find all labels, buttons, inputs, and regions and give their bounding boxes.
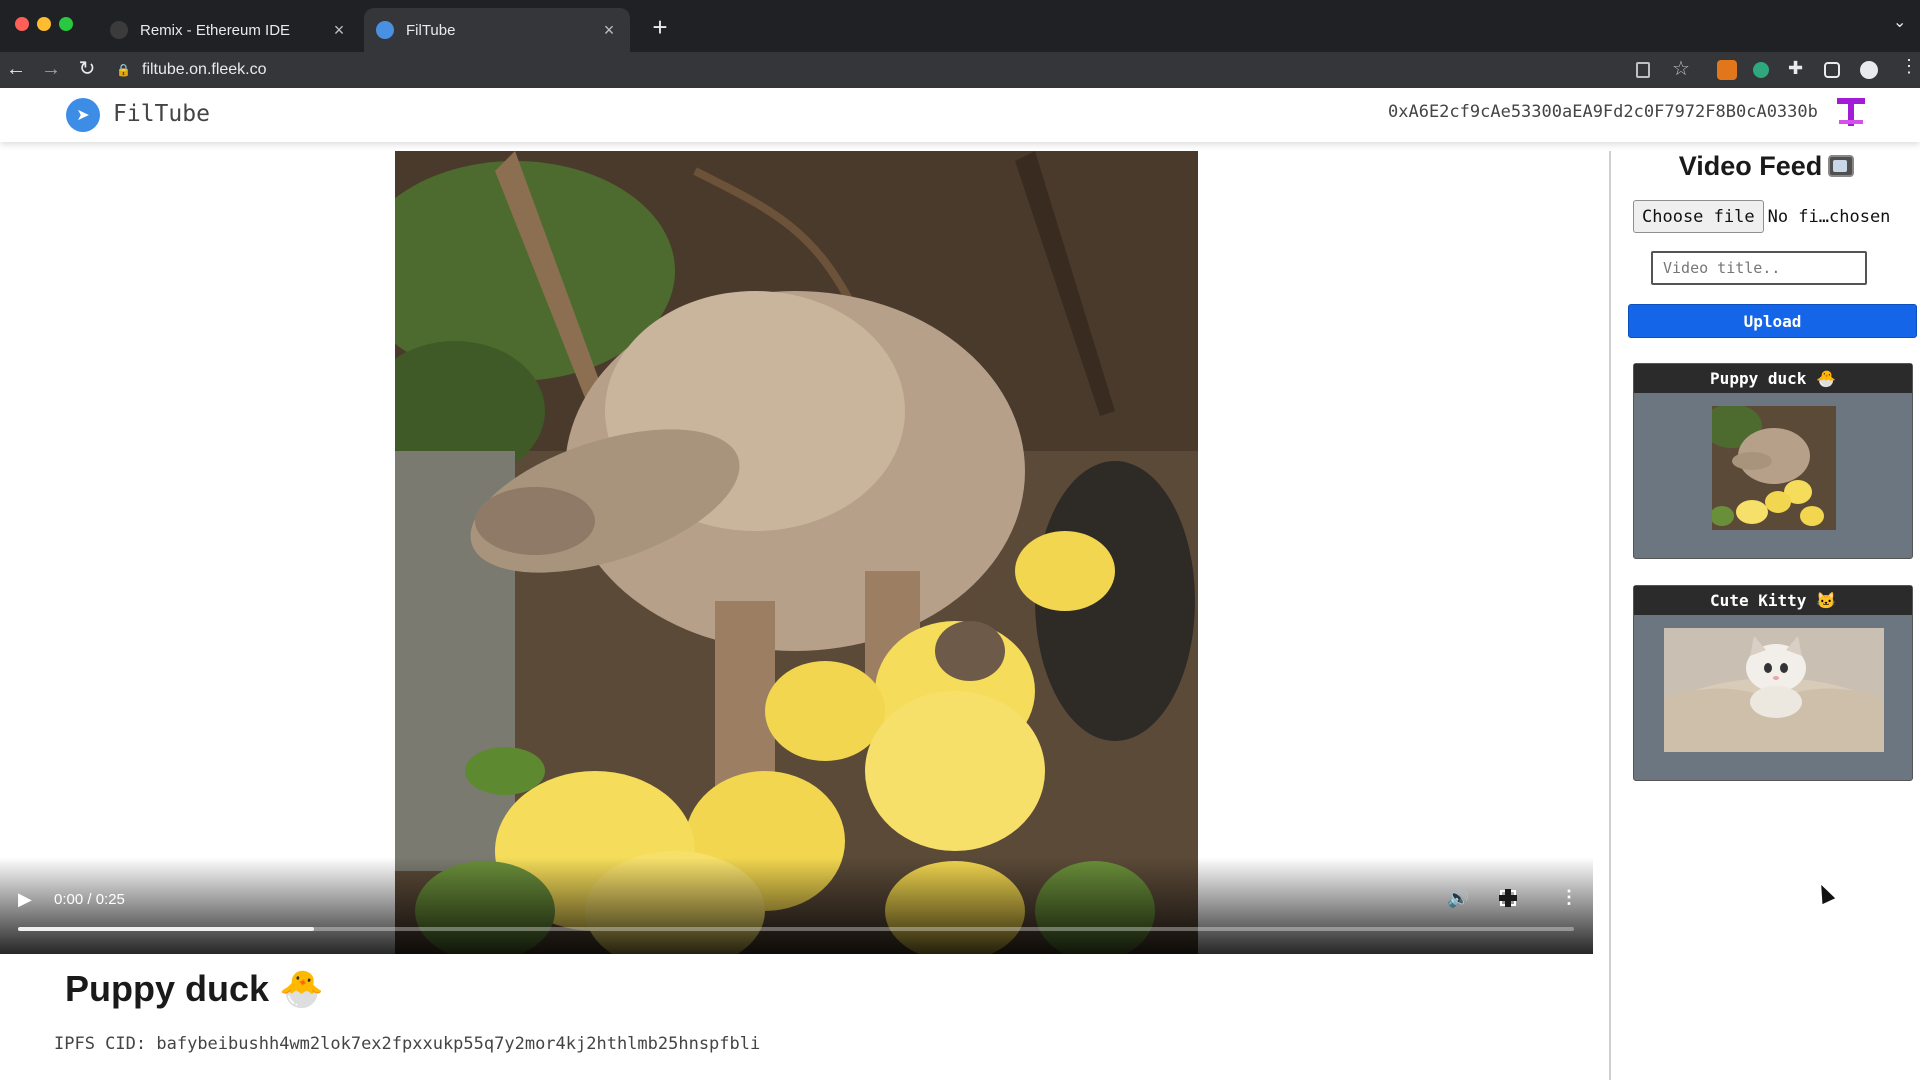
browser-toolbar: ← → ↻ 🔒 filtube.on.fleek.co ☆ ✚ ⋮ [0,52,1920,88]
browser-tab-filtube[interactable]: FilTube × [364,8,630,52]
tab-search-icon[interactable]: ⌄ [1893,12,1906,32]
tab-close-icon[interactable]: × [600,20,618,41]
address-bar[interactable]: 🔒 filtube.on.fleek.co [116,54,1616,86]
fullscreen-icon[interactable] [1499,889,1517,907]
video-frame[interactable] [395,151,1198,954]
video-card-cute-kitty[interactable]: Cute Kitty 🐱 [1633,585,1913,781]
window-close-button[interactable] [15,17,29,31]
lock-icon: 🔒 [116,63,131,77]
cid-label: IPFS CID: [54,1034,147,1054]
video-card-title: Puppy duck 🐣 [1634,364,1912,393]
file-picker[interactable]: Choose file No fi…chosen [1633,200,1890,233]
file-status: No fi…chosen [1767,206,1891,227]
browser-menu-icon[interactable]: ⋮ [1900,56,1920,76]
tab-title: FilTube [406,21,456,39]
filtube-favicon-icon [376,21,394,39]
cid-value: bafybeibushh4wm2lok7ex2fpxxukp55q7y2mor4… [156,1034,761,1054]
video-thumbnail[interactable] [1712,406,1836,530]
new-tab-button[interactable]: + [645,12,675,43]
ipfs-cid-row: IPFS CID: bafybeibushh4wm2lok7ex2fpxxukp… [54,1034,760,1054]
extension-icon[interactable] [1753,62,1769,78]
controls-overlay [0,857,1593,954]
video-title-input[interactable] [1651,251,1867,285]
remix-favicon-icon [110,21,128,39]
upload-button[interactable]: Upload [1628,304,1917,338]
bookmark-star-icon[interactable]: ☆ [1672,56,1692,80]
video-player[interactable]: ▶ 0:00 / 0:25 🔊 ⋮ [0,151,1593,954]
puppy-duck-thumbnail-image [1712,406,1836,530]
filtube-logo-icon[interactable]: ➤ [66,98,100,132]
tab-close-icon[interactable]: × [330,20,348,41]
reload-button[interactable]: ↻ [74,56,100,82]
back-button[interactable]: ← [3,56,29,82]
wallet-address: 0xA6E2cf9cAe53300aEA9Fd2c0F7972F8B0cA033… [1388,102,1818,122]
play-icon[interactable]: ▶ [18,889,32,910]
cute-kitty-thumbnail-image [1664,628,1884,752]
profile-icon[interactable] [1860,61,1878,79]
volume-icon[interactable]: 🔊 [1447,888,1469,909]
metamask-extension-icon[interactable] [1717,60,1737,80]
seek-bar-buffered [18,927,314,931]
video-thumbnail[interactable] [1664,628,1884,752]
share-icon[interactable] [1636,62,1650,78]
choose-file-button[interactable]: Choose file [1633,200,1764,233]
forward-button[interactable]: → [38,56,64,82]
seek-bar[interactable] [18,927,1574,931]
video-card-title: Cute Kitty 🐱 [1634,586,1912,615]
feed-title: Video Feed [1678,151,1823,181]
browser-tab-remix[interactable]: Remix - Ethereum IDE × [98,8,360,52]
video-title: Puppy duck 🐣 [65,968,324,1009]
side-panel-icon[interactable] [1824,62,1840,78]
app-header: ➤ FilTube 0xA6E2cf9cAe53300aEA9Fd2c0F797… [0,88,1920,142]
more-options-icon[interactable]: ⋮ [1560,887,1578,908]
television-icon [1828,155,1855,177]
identicon-avatar [1837,98,1865,126]
window-zoom-button[interactable] [59,17,73,31]
tab-title: Remix - Ethereum IDE [140,21,291,39]
window-minimize-button[interactable] [37,17,51,31]
brand-name[interactable]: FilTube [113,101,210,127]
browser-tabstrip: Remix - Ethereum IDE × FilTube × + ⌄ [0,0,1920,52]
extensions-puzzle-icon[interactable]: ✚ [1788,58,1808,78]
time-display: 0:00 / 0:25 [54,891,125,908]
feed-heading: Video Feed [1611,151,1920,182]
url-text: filtube.on.fleek.co [142,61,267,78]
video-frame-image [395,151,1198,954]
video-card-puppy-duck[interactable]: Puppy duck 🐣 [1633,363,1913,559]
video-feed-sidebar: Video Feed Choose file No fi…chosen Uplo… [1609,151,1920,1080]
